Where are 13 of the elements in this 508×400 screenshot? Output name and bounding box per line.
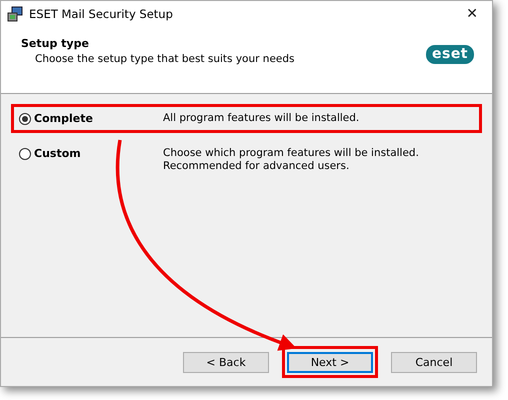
- radio-button[interactable]: Custom: [19, 147, 163, 160]
- dialog-button[interactable]: Next >: [287, 352, 373, 373]
- dialog-button[interactable]: < Back: [183, 352, 269, 373]
- option-description: All program features will be installed.: [163, 112, 360, 125]
- option-description: Choose which program features will be installed. Recommended for advanced users.: [163, 147, 420, 173]
- dialog-button[interactable]: Cancel: [391, 352, 477, 373]
- close-icon[interactable]: ✕: [458, 6, 486, 22]
- logo: eset: [426, 45, 474, 64]
- page-title: Setup type: [21, 37, 90, 50]
- window-title: ESET Mail Security Setup: [29, 7, 174, 21]
- radio-button[interactable]: Complete: [19, 112, 163, 125]
- page-subtitle: Choose the setup type that best suits your needs: [34, 53, 296, 65]
- installer-icon: [7, 6, 23, 22]
